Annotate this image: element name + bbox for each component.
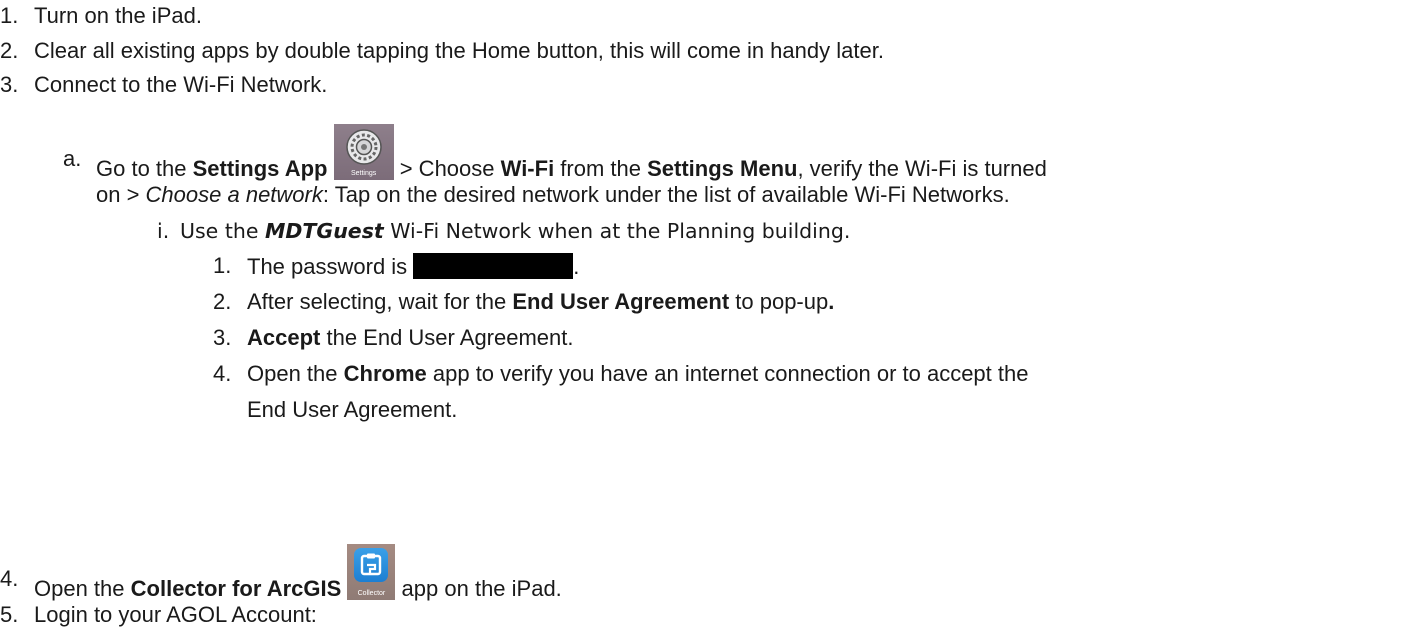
list-text: Turn on the iPad.	[34, 3, 202, 28]
list-number: 4.	[0, 566, 19, 591]
settings-app-label: Settings App	[192, 156, 328, 181]
redacted-password	[413, 253, 574, 279]
list-text: Clear all existing apps by double tappin…	[34, 38, 884, 63]
list-text: on > Choose a network: Tap on the desire…	[96, 182, 1010, 207]
collector-app-label: Collector for ArcGIS	[130, 576, 342, 601]
list-text: End User Agreement.	[247, 397, 458, 422]
list-number: 2.	[213, 289, 232, 314]
settings-menu-label: Settings Menu	[647, 156, 798, 181]
list-text: Open the Collector for ArcGIS Collector …	[34, 544, 562, 602]
list-text: After selecting, wait for the End User A…	[247, 289, 835, 314]
list-text: The password is .	[247, 253, 580, 279]
list-text: Login to your AGOL Account:	[34, 602, 317, 627]
wifi-label: Wi-Fi	[500, 156, 555, 181]
list-number: 1.	[213, 253, 232, 278]
list-text: Use the MDTGuest Wi-Fi Network when at t…	[180, 219, 851, 243]
list-text: Connect to the Wi-Fi Network.	[34, 72, 328, 97]
list-letter: a.	[63, 146, 82, 171]
network-name: MDTGuest	[264, 219, 384, 243]
settings-icon: Settings	[333, 124, 394, 180]
collector-icon: Collector	[347, 544, 396, 600]
list-number: 5.	[0, 602, 19, 627]
list-text: Go to the Settings App Settings > Choose…	[96, 124, 1047, 182]
list-number: 2.	[0, 38, 19, 63]
list-text: Accept the End User Agreement.	[247, 325, 574, 350]
list-number: 1.	[0, 3, 19, 28]
list-number: 4.	[213, 361, 232, 386]
list-text: Open the Chrome app to verify you have a…	[247, 361, 1029, 386]
list-roman: i.	[157, 219, 170, 243]
choose-network-label: Choose a network	[145, 182, 323, 207]
list-number: 3.	[213, 325, 232, 350]
list-number: 3.	[0, 72, 19, 97]
